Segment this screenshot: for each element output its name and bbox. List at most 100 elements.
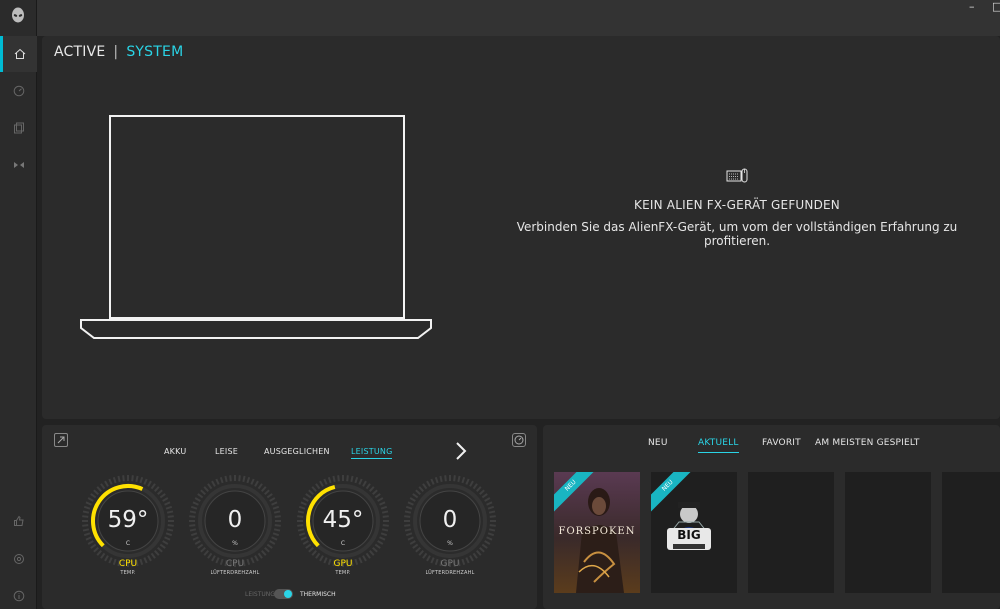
tab-neu[interactable]: NEU: [648, 438, 668, 448]
title-bar: – □: [37, 0, 1000, 36]
gauge-unit: %: [447, 540, 453, 547]
mode-ausgeglichen[interactable]: AUSGEGLICHEN: [264, 447, 330, 456]
gauge-tick: [405, 532, 413, 537]
gauge-value: 45°: [322, 507, 364, 533]
game-title: FORSPOKEN: [558, 526, 636, 537]
gauge-name: GPU: [440, 559, 460, 569]
laptop-illustration-icon: [80, 115, 432, 339]
gauge-tick: [162, 497, 169, 502]
gauge-tick: [479, 489, 485, 495]
left-rail: [0, 0, 37, 609]
game-tile-empty[interactable]: [748, 472, 834, 593]
gauge-tick: [372, 489, 378, 495]
gauge-tick: [444, 475, 447, 482]
performance-settings-button[interactable]: [512, 433, 526, 447]
gauge-tick: [426, 480, 431, 487]
rail-library-button[interactable]: [0, 110, 37, 146]
gauge-cpu-temp: 59° C CPU TEMP.: [80, 473, 176, 583]
gauge-tick: [112, 476, 117, 484]
gauge-tick: [159, 493, 166, 499]
gauge-tick: [300, 501, 307, 506]
gauge-gpu-temp: 45° C GPU TEMP.: [295, 473, 391, 583]
chevron-right-icon[interactable]: [454, 441, 468, 461]
game-tile-empty[interactable]: [942, 472, 1000, 593]
gauge-tick: [157, 489, 163, 495]
gauge-value: 0: [442, 507, 458, 533]
mode-leistung[interactable]: LEISTUNG: [351, 447, 393, 459]
gauge-tick: [354, 476, 359, 484]
rail-home-button[interactable]: [0, 36, 37, 72]
game-tile-empty[interactable]: [845, 472, 931, 593]
fusion-icon: [13, 162, 24, 168]
gauge-tick: [461, 476, 466, 484]
speedometer-icon: [514, 435, 524, 445]
gauge-tick: [422, 483, 428, 490]
gauge-tick: [219, 476, 224, 484]
rail-performance-button[interactable]: [0, 73, 37, 109]
gauge-tick: [484, 497, 491, 502]
gauge-tick: [453, 475, 456, 482]
expand-button[interactable]: [54, 433, 68, 447]
gauge-tick: [422, 552, 428, 559]
gauge-value: 0: [227, 507, 243, 533]
gauge-tick: [311, 550, 317, 556]
gauge-tick: [194, 497, 201, 502]
gauge-tick: [315, 483, 321, 490]
gauge-tick: [298, 532, 306, 537]
gauge-tick: [93, 547, 99, 553]
tab-am-meisten-gespielt[interactable]: AM MEISTEN GESPIELT: [815, 438, 920, 448]
gauge-tick: [211, 480, 216, 487]
tab-favorit[interactable]: FAVORIT: [762, 438, 801, 448]
info-icon: [13, 590, 24, 602]
gauge-value: 59°: [107, 507, 149, 533]
thermal-toggle-switch[interactable]: [274, 589, 293, 599]
gauge-subtitle: TEMP.: [335, 570, 351, 576]
gauge-tick: [203, 486, 209, 492]
gauge-tick: [457, 475, 461, 483]
no-alienfx-notice: KEIN ALIEN FX-GERÄT GEFUNDEN Verbinden S…: [482, 166, 992, 248]
gauge-tick: [83, 532, 91, 537]
library-icon: [13, 122, 24, 134]
gauge-tick: [365, 552, 371, 559]
gauge-tick: [479, 547, 485, 553]
gauge-tick: [377, 497, 384, 502]
gauge-tick: [261, 550, 267, 556]
thumbs-up-icon: [13, 515, 24, 526]
gauge-name: CPU: [225, 559, 245, 569]
mode-akku[interactable]: AKKU: [164, 447, 186, 456]
breadcrumb-system[interactable]: SYSTEM: [126, 44, 183, 60]
rail-settings-button[interactable]: [0, 541, 37, 577]
gauge-tick: [372, 547, 378, 553]
no-device-message: Verbinden Sie das AlienFX-Gerät, um vom …: [516, 220, 958, 248]
gauge-subtitle: LÜFTERDREHZAHL: [210, 570, 260, 576]
gauge-tick: [323, 478, 328, 485]
rail-feedback-button[interactable]: [0, 503, 37, 539]
breadcrumb-active[interactable]: ACTIVE: [54, 44, 105, 60]
gauge-tick: [311, 486, 317, 492]
gauge-unit: %: [232, 540, 238, 547]
gauge-tick: [302, 497, 309, 502]
toggle-label-thermisch: THERMISCH: [300, 591, 336, 598]
no-device-title: KEIN ALIEN FX-GERÄT GEFUNDEN: [634, 198, 840, 212]
gauge-tick: [108, 478, 113, 485]
maximize-button[interactable]: □: [992, 0, 1000, 13]
gauge-tick: [85, 501, 92, 506]
settings-icon: [13, 554, 24, 564]
minimize-button[interactable]: –: [969, 0, 975, 13]
alien-logo-icon: [12, 7, 24, 23]
mode-leise[interactable]: LEISE: [215, 447, 238, 456]
gauge-tick: [150, 552, 156, 559]
gauge-tick: [350, 475, 354, 483]
gauge-unit: C: [340, 540, 346, 547]
gauge-tick: [269, 497, 276, 502]
gauge-tick: [346, 475, 349, 482]
tab-aktuell[interactable]: AKTUELL: [698, 438, 739, 453]
gauge-tick: [200, 547, 206, 553]
rail-info-button[interactable]: [0, 578, 37, 609]
gauge-tick: [337, 475, 340, 482]
game-tile-forspoken[interactable]: FORSPOKEN NEU: [554, 472, 640, 593]
gauge-tick: [409, 497, 416, 502]
rail-fusion-button[interactable]: [0, 147, 37, 183]
gauge-tick: [380, 532, 388, 537]
game-tile-big[interactable]: BIG NEU: [651, 472, 737, 593]
